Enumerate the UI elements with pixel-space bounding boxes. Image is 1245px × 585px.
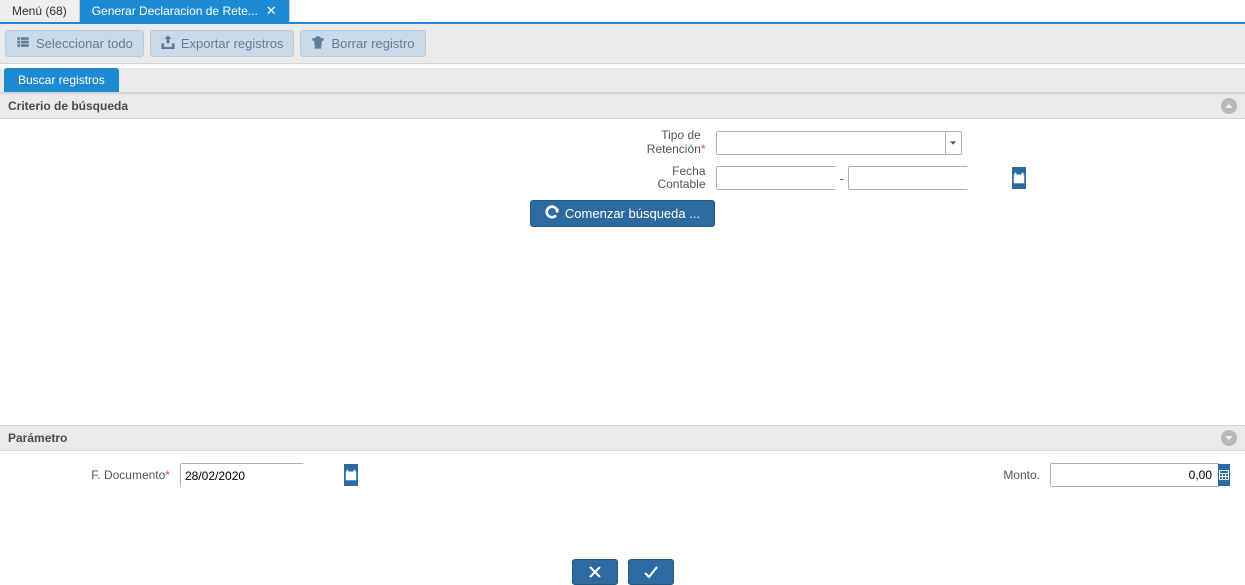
fdocumento-input[interactable] <box>181 464 344 488</box>
row-tipo-retencion: Tipo de Retención* <box>216 129 1030 157</box>
fecha-contable-label: Fecha Contable <box>216 165 716 193</box>
calculator-icon[interactable] <box>1218 464 1230 486</box>
tab-active-label: Generar Declaracion de Rete... <box>92 4 258 18</box>
calendar-icon[interactable] <box>344 464 358 486</box>
cancel-button[interactable] <box>572 559 618 585</box>
delete-button[interactable]: Borrar registro <box>300 30 425 57</box>
fdocumento-text: F. Documento <box>91 468 165 482</box>
criteria-body: Tipo de Retención* Fecha Contable <box>0 119 1245 235</box>
fdocumento-label: F. Documento* <box>20 468 170 482</box>
tipo-retencion-combo[interactable] <box>716 131 962 155</box>
parametro-body: F. Documento* Monto. <box>0 451 1245 499</box>
required-asterisk: * <box>165 468 170 482</box>
fecha-contable-text: Fecha Contable <box>657 165 705 193</box>
fecha-to-field[interactable] <box>848 166 968 190</box>
subtab-label: Buscar registros <box>18 73 105 87</box>
tab-menu[interactable]: Menú (68) <box>0 0 80 22</box>
parametro-header: Parámetro <box>0 425 1245 451</box>
footer-actions <box>0 559 1245 585</box>
date-range-separator: - <box>836 171 848 186</box>
start-search-label: Comenzar búsqueda ... <box>565 206 700 221</box>
close-icon <box>586 565 604 579</box>
monto-field[interactable] <box>1050 463 1220 487</box>
fdocumento-group: F. Documento* <box>20 463 304 487</box>
tab-menu-label: Menú (68) <box>12 4 67 18</box>
window-tabs: Menú (68) Generar Declaracion de Rete...… <box>0 0 1245 24</box>
fecha-from-field[interactable] <box>716 166 836 190</box>
select-all-button[interactable]: Seleccionar todo <box>5 30 144 57</box>
monto-group: Monto. <box>1003 463 1220 487</box>
chevron-up-icon[interactable] <box>1221 98 1237 114</box>
parametro-title: Parámetro <box>8 431 67 445</box>
tipo-retencion-text: Tipo de Retención <box>647 129 701 157</box>
row-fecha-contable: Fecha Contable - <box>216 165 1030 193</box>
subtab-buscar-registros[interactable]: Buscar registros <box>4 68 119 92</box>
monto-label: Monto. <box>1003 468 1040 482</box>
tab-generar-declaracion[interactable]: Generar Declaracion de Rete... ✕ <box>80 0 290 22</box>
start-search-button[interactable]: Comenzar búsqueda ... <box>530 200 715 227</box>
export-label: Exportar registros <box>181 36 284 51</box>
calendar-icon[interactable] <box>1012 167 1026 189</box>
tipo-retencion-input[interactable] <box>717 132 945 154</box>
export-button[interactable]: Exportar registros <box>150 30 295 57</box>
select-all-label: Seleccionar todo <box>36 36 133 51</box>
fdocumento-field[interactable] <box>180 463 304 487</box>
criteria-header: Criterio de búsqueda <box>0 93 1245 119</box>
refresh-icon <box>545 205 559 222</box>
chevron-down-icon[interactable] <box>945 132 961 154</box>
trash-icon <box>311 35 325 52</box>
list-icon <box>16 35 30 52</box>
check-icon <box>642 565 660 579</box>
tipo-retencion-label: Tipo de Retención* <box>216 129 716 157</box>
delete-label: Borrar registro <box>331 36 414 51</box>
subtab-row: Buscar registros <box>0 68 1245 93</box>
action-toolbar: Seleccionar todo Exportar registros Borr… <box>0 24 1245 64</box>
export-icon <box>161 35 175 52</box>
confirm-button[interactable] <box>628 559 674 585</box>
monto-text: Monto. <box>1003 468 1040 482</box>
chevron-down-icon[interactable] <box>1221 430 1237 446</box>
monto-input[interactable] <box>1051 464 1218 486</box>
close-icon[interactable]: ✕ <box>266 3 277 19</box>
results-placeholder <box>0 235 1245 425</box>
fecha-to-input[interactable] <box>849 167 1012 189</box>
criteria-title: Criterio de búsqueda <box>8 99 128 113</box>
required-asterisk: * <box>701 142 706 156</box>
